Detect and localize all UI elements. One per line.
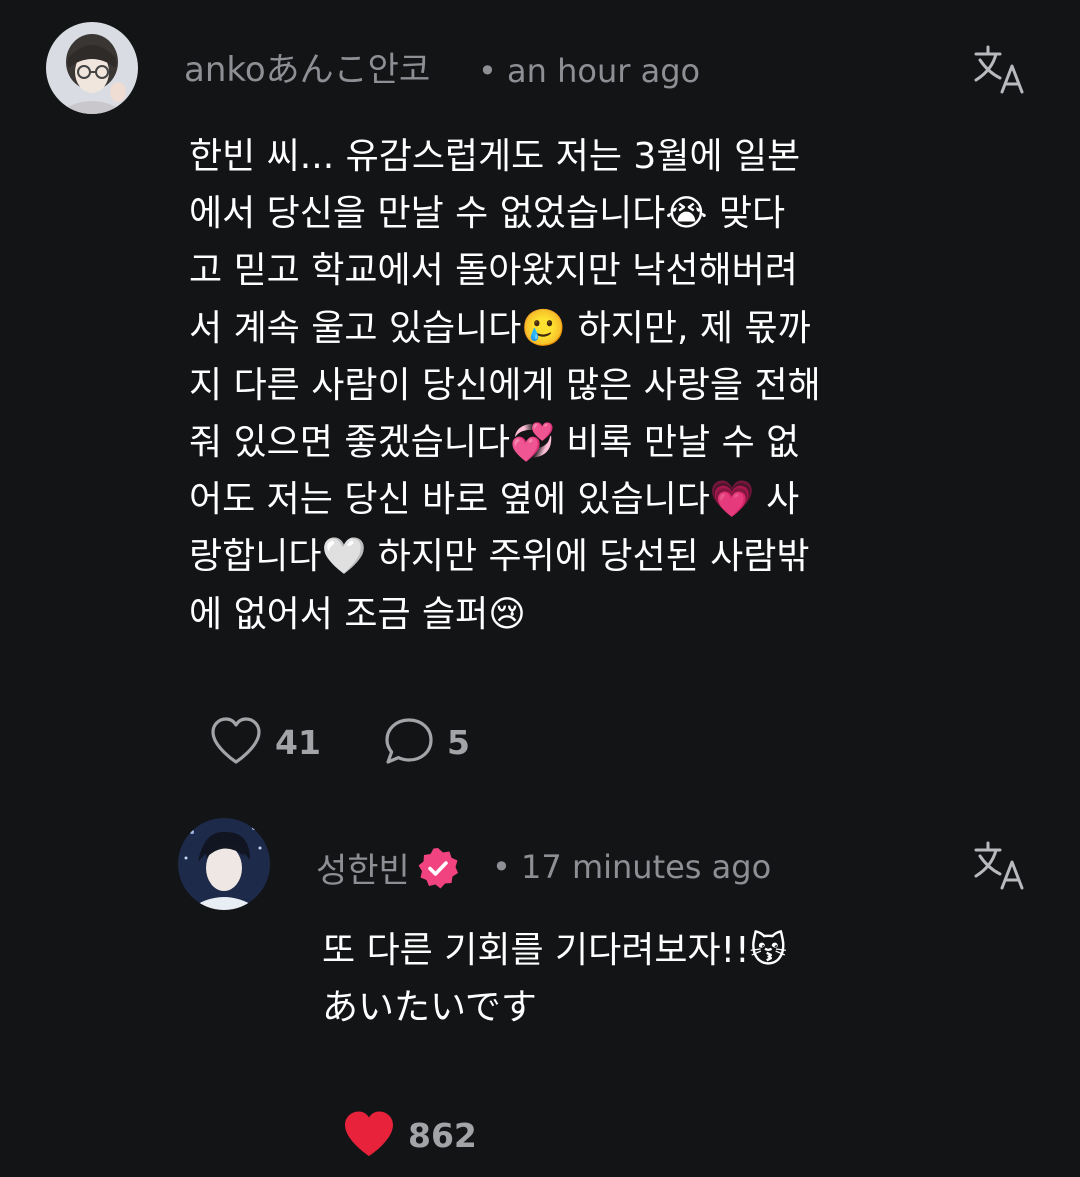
comment-reply-button[interactable]: 5 [383,716,470,770]
reply-text: 또 다른 기회를 기다려보자!!😽 あいたいです [322,922,787,1036]
comment-text-line: 지 다른 사람이 당신에게 많은 사랑을 전해 [189,364,821,406]
comment-text-line: 한빈 씨... 유감스럽게도 저는 3월에 일본 [189,136,801,177]
comment-username[interactable]: ankoあんこ안코 [184,50,430,90]
comment-text-line: 서 계속 울고 있습니다🥲 하지만, 제 몫까 [189,307,811,349]
comment-text-line: 줘 있으면 좋겠습니다💞 비록 만날 수 없 [189,422,800,464]
comment-text-line: 에 없어서 조금 슬퍼😢 [189,593,526,635]
comment-avatar[interactable] [46,22,138,114]
heart-outline-icon [209,716,263,770]
comment-text: 한빈 씨... 유감스럽게도 저는 3월에 일본 에서 당신을 만날 수 없었습… [189,128,821,643]
comment-text-line: 에서 당신을 만날 수 없었습니다😭 맞다 [189,193,786,235]
reply-timestamp: • 17 minutes ago [492,848,772,886]
comment-like-button[interactable]: 41 [209,716,321,770]
reply-text-line: あいたいです [322,987,537,1029]
like-count: 862 [408,1116,477,1155]
reply-text-line: 또 다른 기회를 기다려보자!!😽 [322,930,788,971]
reply-username[interactable]: 성한빈 [316,846,460,899]
translate-icon[interactable] [970,42,1030,102]
comment-text-line: 고 믿고 학교에서 돌아왔지만 낙선해버려 [189,250,798,292]
reply-avatar[interactable] [178,818,270,910]
comment-text-line: 랑합니다🤍 하지만 주위에 당선된 사람밖 [189,536,810,578]
like-count: 41 [275,723,321,762]
reply-count: 5 [447,723,470,762]
comment-text-line: 어도 저는 당신 바로 옆에 있습니다💗 사 [189,479,800,521]
speech-bubble-icon [383,716,435,770]
reply-like-button[interactable]: 862 [342,1109,477,1163]
verified-badge-icon [416,846,460,899]
comment-timestamp: • an hour ago [478,52,701,90]
heart-filled-icon [342,1109,396,1163]
reply-username-text: 성한빈 [316,851,410,891]
translate-icon[interactable] [970,838,1030,898]
